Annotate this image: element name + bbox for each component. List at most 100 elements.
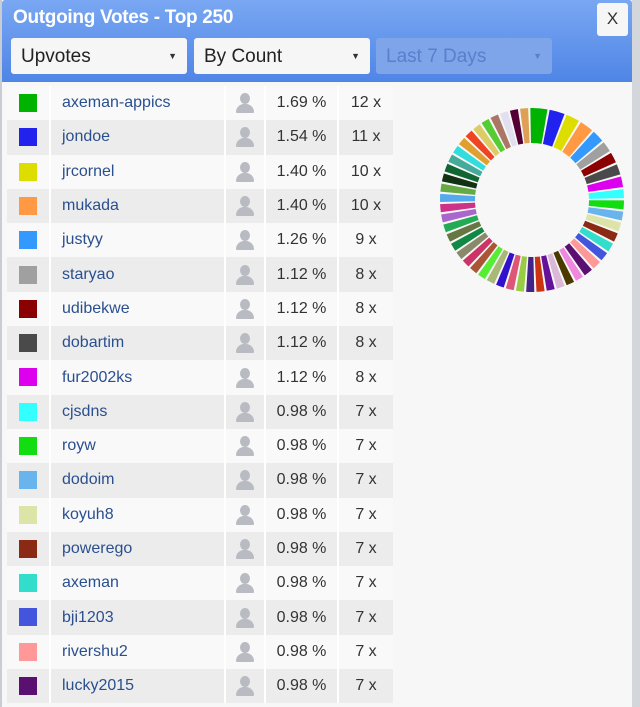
count-cell: 8 x [338,360,393,395]
sort-select[interactable]: By Count ▼ [194,38,370,74]
user-icon [235,298,255,319]
profile-button[interactable] [225,154,266,189]
account-link[interactable]: staryao [50,257,226,292]
color-swatch [19,402,37,421]
percent-cell: 0.98 % [265,428,339,464]
count-cell: 8 x [338,291,393,327]
percent-cell: 1.54 % [265,120,339,155]
color-cell [7,497,51,532]
account-link[interactable]: rivershu2 [50,634,226,670]
account-link[interactable]: koyuh8 [50,497,226,532]
color-swatch [19,265,37,284]
profile-button[interactable] [225,86,266,121]
table-row: axeman-appics 1.69 % 12 x [7,86,393,121]
profile-button[interactable] [225,120,266,155]
user-icon [235,573,255,594]
color-cell [7,566,51,601]
table-row: dobartim 1.12 % 8 x [7,326,393,361]
profile-button[interactable] [225,291,266,327]
profile-button[interactable] [225,360,266,395]
user-icon [235,127,255,148]
color-cell [7,463,51,498]
profile-button[interactable] [225,257,266,292]
profile-button[interactable] [225,394,266,429]
account-link[interactable]: dobartim [50,326,226,361]
vote-type-select[interactable]: Upvotes ▼ [11,38,187,74]
color-cell [7,86,51,121]
dialog-title: Outgoing Votes - Top 250 [13,7,234,28]
account-link[interactable]: powerego [50,531,226,567]
user-icon [235,264,255,285]
profile-button[interactable] [225,497,266,532]
profile-button[interactable] [225,428,266,464]
table-row: staryao 1.12 % 8 x [7,257,393,292]
percent-cell: 1.12 % [265,326,339,361]
account-link[interactable]: cjsdns [50,394,226,429]
count-cell: 7 x [338,669,393,704]
percent-cell: 1.40 % [265,188,339,224]
color-swatch [19,94,37,113]
count-cell: 8 x [338,326,393,361]
user-icon [235,93,255,114]
sort-value: By Count [204,46,283,67]
color-cell [7,634,51,670]
profile-button[interactable] [225,463,266,498]
color-cell [7,188,51,224]
account-link[interactable]: dodoim [50,463,226,498]
donut-slice[interactable] [526,256,535,292]
color-cell [7,669,51,704]
percent-cell: 0.98 % [265,669,339,704]
percent-cell: 1.69 % [265,86,339,121]
profile-button[interactable] [225,223,266,258]
percent-cell: 0.98 % [265,394,339,429]
count-cell: 7 x [338,428,393,464]
profile-button[interactable] [225,326,266,361]
count-cell: 7 x [338,394,393,429]
vote-type-value: Upvotes [21,46,91,67]
table-row: udibekwe 1.12 % 8 x [7,291,393,327]
profile-button[interactable] [225,531,266,567]
table-row: dodoim 0.98 % 7 x [7,463,393,498]
table-row: bji1203 0.98 % 7 x [7,600,393,635]
account-link[interactable]: axeman [50,566,226,601]
account-link[interactable]: justyy [50,223,226,258]
account-link[interactable]: royw [50,428,226,464]
table-row: rivershu2 0.98 % 7 x [7,634,393,670]
color-swatch [19,368,37,387]
color-cell [7,531,51,567]
color-cell [7,394,51,429]
chevron-down-icon: ▼ [168,51,177,61]
account-link[interactable]: jrcornel [50,154,226,189]
user-icon [235,436,255,457]
profile-button[interactable] [225,566,266,601]
profile-button[interactable] [225,669,266,704]
user-icon [235,504,255,525]
page-background-edge [632,0,640,707]
percent-cell: 1.12 % [265,257,339,292]
account-link[interactable]: lucky2015 [50,669,226,704]
user-icon [235,367,255,388]
percent-cell: 0.98 % [265,566,339,601]
table-row: koyuh8 0.98 % 7 x [7,497,393,532]
color-swatch [19,128,37,147]
period-select[interactable]: Last 7 Days ▼ [376,38,552,74]
account-link[interactable]: udibekwe [50,291,226,327]
account-link[interactable]: fur2002ks [50,360,226,395]
account-link[interactable]: jondoe [50,120,226,155]
user-icon [235,470,255,491]
profile-button[interactable] [225,188,266,224]
color-swatch [19,539,37,558]
close-button[interactable]: X [597,3,628,36]
donut-slice[interactable] [440,193,476,202]
account-link[interactable]: axeman-appics [50,86,226,121]
profile-button[interactable] [225,600,266,635]
profile-button[interactable] [225,634,266,670]
table-row: powerego 0.98 % 7 x [7,531,393,567]
percent-cell: 0.98 % [265,463,339,498]
account-link[interactable]: mukada [50,188,226,224]
color-cell [7,120,51,155]
table-row: axeman 0.98 % 7 x [7,566,393,601]
user-icon [235,539,255,559]
account-link[interactable]: bji1203 [50,600,226,635]
color-swatch [19,231,37,250]
